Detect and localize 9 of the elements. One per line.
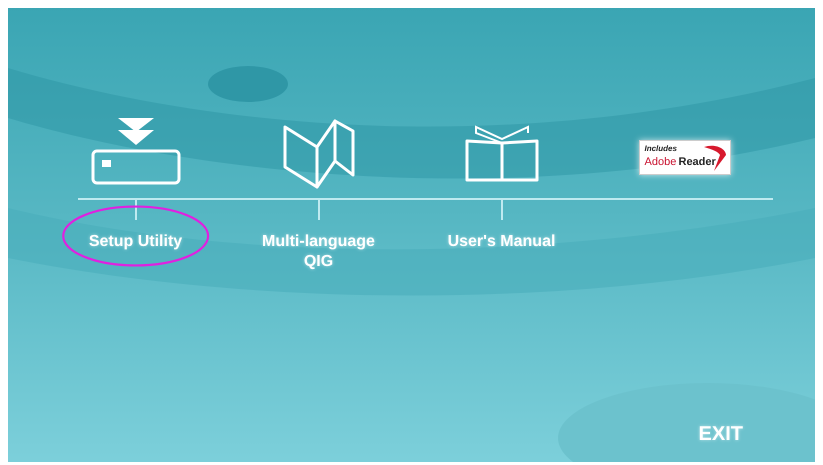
menu-item[interactable]: Multi-language QIG — [260, 232, 377, 272]
badge-product: Reader — [678, 156, 716, 168]
exit-button[interactable]: EXIT — [698, 423, 743, 446]
badge-brand: Adobe — [644, 156, 676, 168]
badge-caption: Includes — [644, 144, 677, 152]
menu-item[interactable]: User's Manual — [446, 232, 558, 252]
adobe-reader-badge[interactable]: Includes Adobe Reader — [638, 140, 730, 174]
folded-map-icon[interactable] — [282, 117, 356, 189]
open-book-icon[interactable] — [464, 123, 540, 183]
